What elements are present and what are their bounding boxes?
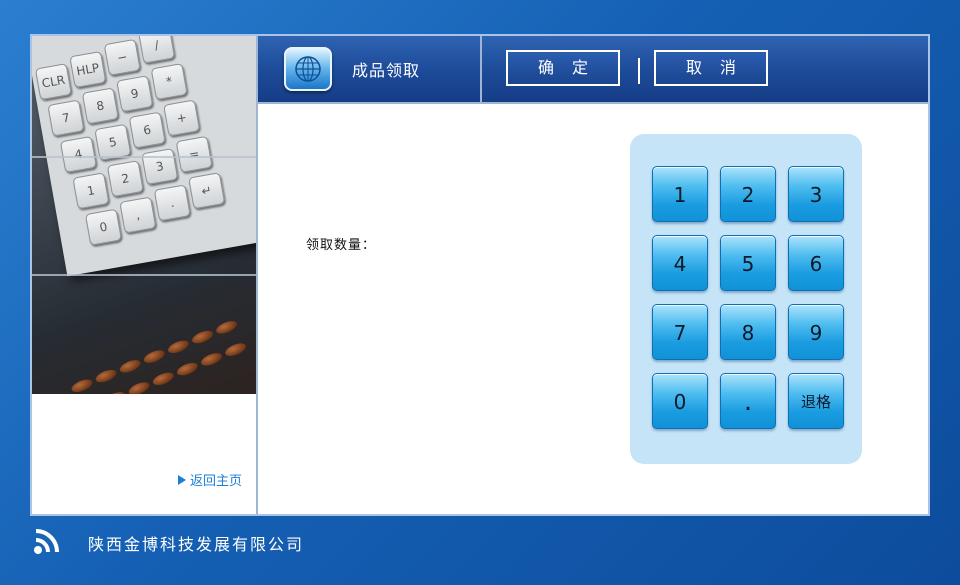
photo-key: + [163,99,201,137]
company-name: 陕西金博科技发展有限公司 [88,535,305,554]
photo-divider [32,274,256,276]
key-3[interactable]: 3 [788,166,844,222]
key-6[interactable]: 6 [788,235,844,291]
photo-key: 3 [141,147,179,186]
photo-key: 4 [59,135,97,173]
photo-key: 2 [106,160,144,198]
photo-key: 9 [116,75,154,113]
photo-key: = [175,135,213,173]
abacus-image [66,301,256,394]
header-bar: 成品领取 确定 取消 [258,36,928,104]
photo-key: 7 [47,99,85,137]
triangle-right-icon [177,474,186,485]
key-2[interactable]: 2 [720,166,776,222]
photo-key: CLR [34,63,72,101]
key-8[interactable]: 8 [720,304,776,360]
key-4[interactable]: 4 [652,235,708,291]
key-0[interactable]: 0 [652,373,708,429]
photo-key: 8 [81,87,119,125]
key-backspace[interactable]: 退格 [788,373,844,429]
photo-key: 6 [128,111,166,149]
photo-key: , [119,196,157,234]
key-1[interactable]: 1 [652,166,708,222]
photo-key: ↵ [188,172,226,210]
globe-icon [284,47,332,91]
title-cell: 成品领取 [258,36,482,102]
header-separator [638,58,640,84]
key-decimal[interactable]: . [720,373,776,429]
main-frame: CLR HLP − / 7 8 9 * 4 5 6 + 1 2 3 = 0 , … [30,34,930,516]
numeric-keypad: 1 2 3 4 5 6 7 8 9 0 . 退格 [630,134,862,464]
photo-key: * [150,63,188,101]
left-panel: CLR HLP − / 7 8 9 * 4 5 6 + 1 2 3 = 0 , … [32,36,258,514]
return-home-label: 返回主页 [189,474,242,489]
photo-key: . [153,184,191,222]
calculator-photo: CLR HLP − / 7 8 9 * 4 5 6 + 1 2 3 = 0 , … [32,36,256,394]
key-9[interactable]: 9 [788,304,844,360]
photo-key: / [138,36,176,64]
key-5[interactable]: 5 [720,235,776,291]
page-title: 成品领取 [352,61,421,80]
photo-key: − [103,38,141,76]
key-7[interactable]: 7 [652,304,708,360]
quantity-label: 领取数量： [306,238,377,253]
photo-key: 0 [84,208,122,246]
photo-key: 1 [72,172,110,210]
return-home-link[interactable]: 返回主页 [177,470,242,489]
signal-icon [32,526,62,556]
cancel-button[interactable]: 取消 [654,50,768,86]
confirm-button[interactable]: 确定 [506,50,620,86]
photo-key: HLP [69,50,107,89]
photo-divider [32,156,256,158]
